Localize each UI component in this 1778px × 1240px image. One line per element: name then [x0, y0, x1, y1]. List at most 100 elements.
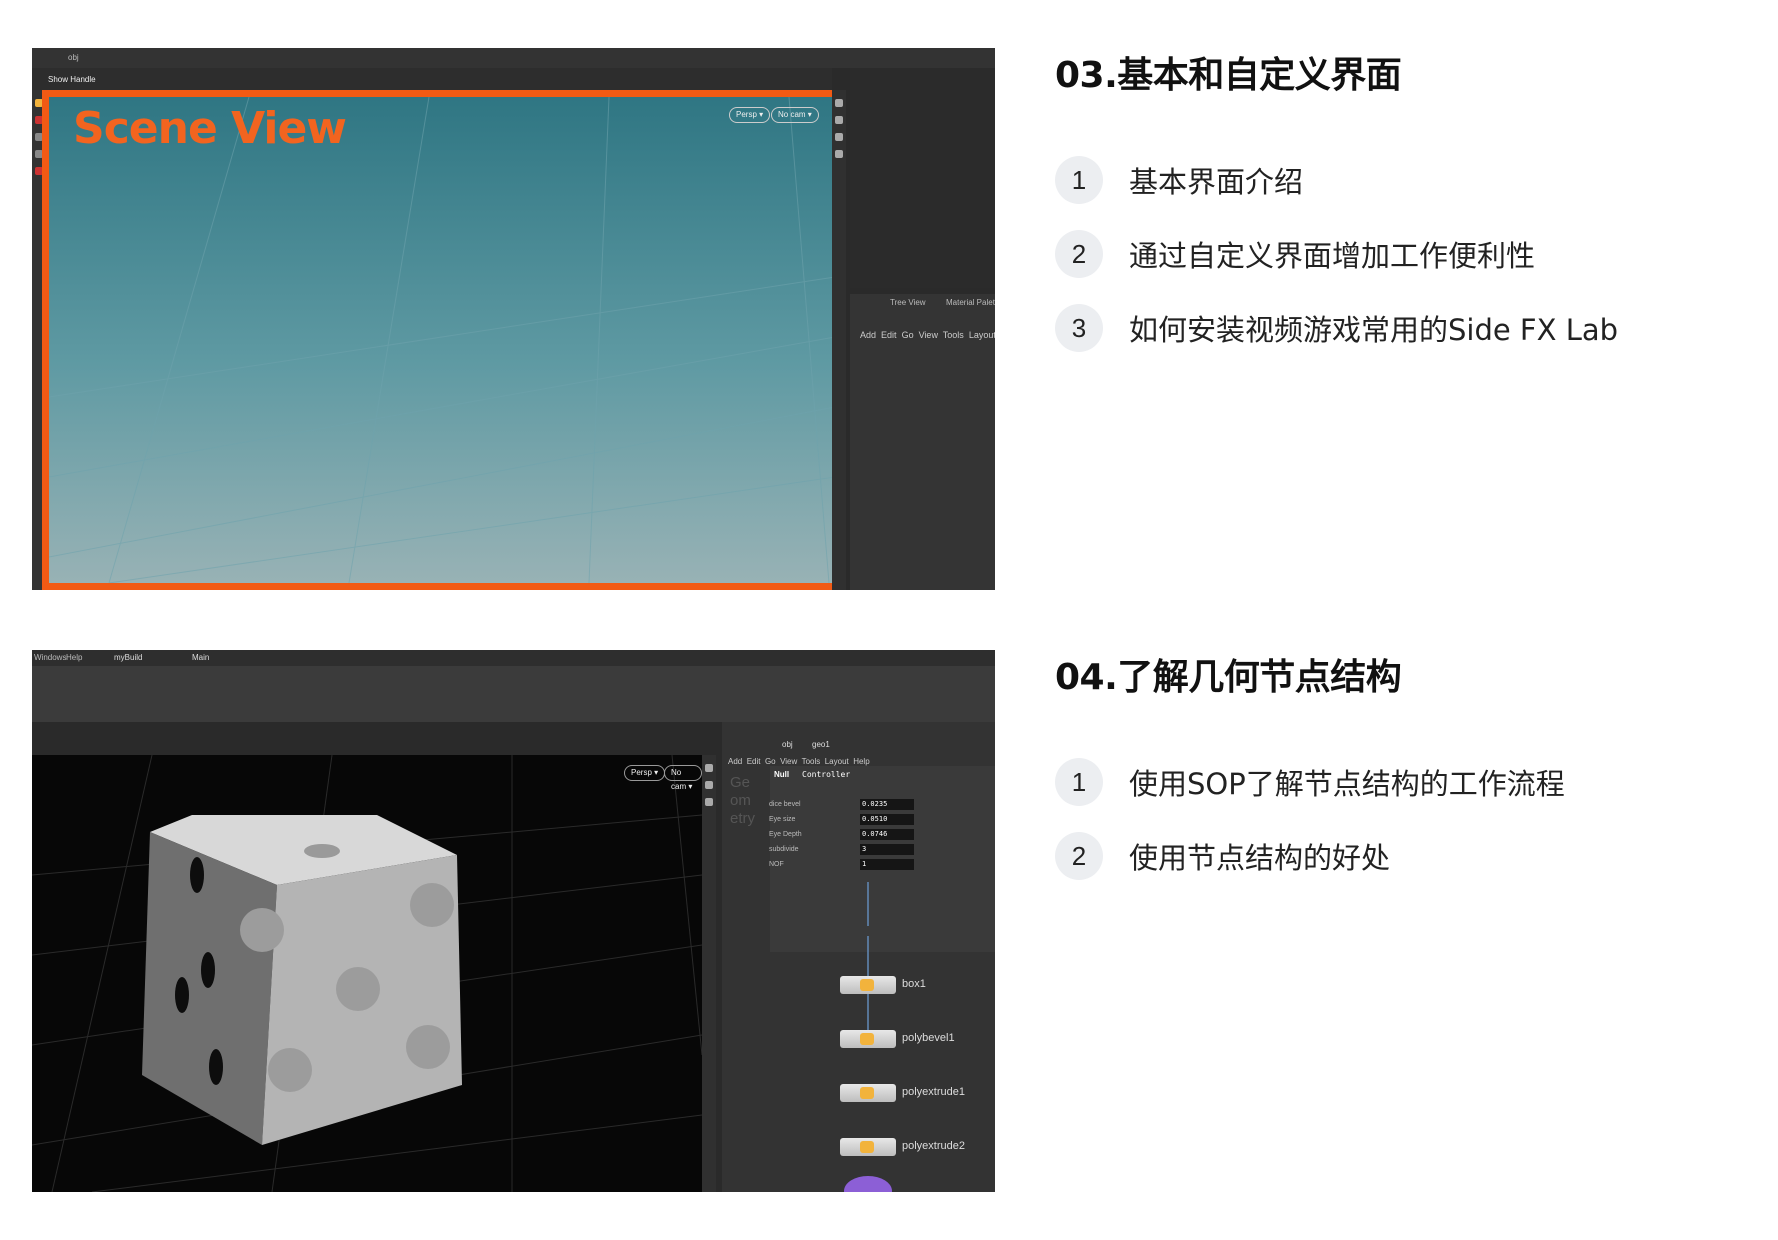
section-title: 04.了解几何节点结构 [1055, 657, 1402, 698]
node-label: polyextrude2 [902, 1140, 965, 1152]
item-text: 使用SOP了解节点结构的工作流程 [1129, 767, 1565, 801]
menu-layout[interactable]: Layout [969, 330, 995, 340]
menu-go[interactable]: Go [902, 330, 914, 340]
node-name[interactable]: Controller [802, 770, 850, 779]
item-number: 2 [1055, 832, 1103, 880]
menu-tools[interactable]: Tools [802, 757, 821, 766]
scene-viewport[interactable]: Scene View Persp ▾ No cam ▾ [42, 90, 842, 590]
menu-tools[interactable]: Tools [943, 330, 964, 340]
path-bar: obj [32, 48, 995, 68]
node-polybevel1[interactable] [840, 1030, 896, 1048]
param-label: subdivide [769, 846, 799, 853]
right-tool-strip [832, 90, 846, 590]
menu-add[interactable]: Add [860, 330, 876, 340]
menu-help[interactable]: Help [66, 653, 82, 662]
node-label: polyextrude1 [902, 1086, 965, 1098]
item-number: 3 [1055, 304, 1103, 352]
menu-add[interactable]: Add [728, 757, 742, 766]
list-item: 3 如何安装视频游戏常用的Side FX Lab [1055, 304, 1755, 352]
node-label: box1 [902, 978, 926, 990]
list-item: 1 使用SOP了解节点结构的工作流程 [1055, 758, 1755, 806]
param-value[interactable]: 3 [860, 844, 914, 855]
pip [304, 844, 340, 858]
main-select[interactable]: Main [192, 653, 209, 662]
persp-menu[interactable]: Persp ▾ [624, 765, 666, 781]
node-polyextrude2[interactable] [840, 1138, 896, 1156]
pip [190, 857, 204, 893]
pip [336, 967, 380, 1011]
menu-view[interactable]: View [919, 330, 938, 340]
item-text: 如何安装视频游戏常用的Side FX Lab [1129, 313, 1619, 347]
path-obj[interactable]: obj [782, 740, 793, 749]
display-icon[interactable] [705, 764, 713, 772]
light-icon[interactable] [835, 133, 843, 141]
pip [201, 952, 215, 988]
item-number: 1 [1055, 758, 1103, 806]
path-geo[interactable]: geo1 [812, 740, 830, 749]
list-item: 1 基本界面介绍 [1055, 156, 1755, 204]
desktop-select[interactable]: myBuild [114, 653, 142, 662]
pip [410, 883, 454, 927]
menu-windows[interactable]: Windows [34, 653, 66, 662]
param-label: dice bevel [769, 801, 801, 808]
viewport-toolbar: Show Handle [32, 68, 832, 90]
node-polyextrude1[interactable] [840, 1084, 896, 1102]
tab-material-palette[interactable]: Material Palette [946, 298, 995, 307]
pip [406, 1025, 450, 1069]
menu-help[interactable]: Help [853, 757, 869, 766]
pip [240, 908, 284, 952]
light-icon[interactable] [705, 798, 713, 806]
screenshot-geometry-nodes: Windows Help myBuild Main Persp ▾ No cam… [32, 650, 995, 1192]
item-text: 基本界面介绍 [1129, 165, 1304, 199]
node-box1[interactable] [840, 976, 896, 994]
grid-icon[interactable] [835, 150, 843, 158]
show-handle-label[interactable]: Show Handle [48, 75, 96, 84]
menu-layout[interactable]: Layout [825, 757, 849, 766]
persp-menu[interactable]: Persp ▾ [729, 107, 771, 123]
floor-grid [49, 97, 835, 583]
tab-tree-view[interactable]: Tree View [890, 298, 926, 307]
geometry-watermark: Geometry [730, 774, 756, 827]
path-text[interactable]: obj [68, 53, 79, 62]
param-value[interactable]: 0.0746 [860, 829, 914, 840]
shelf-toolbar [32, 666, 995, 722]
dice-left-face [142, 832, 277, 1145]
param-label: Eye size [769, 816, 796, 823]
network-menu: Add Edit Go View Tools Layout [860, 330, 995, 340]
dice-scene [32, 755, 702, 1192]
param-value[interactable]: 1 [860, 859, 914, 870]
screenshot-scene-view: obj Show Handle Scene View Persp ▾ No ca… [32, 48, 995, 590]
menu-go[interactable]: Go [765, 757, 776, 766]
param-value[interactable]: 0.0235 [860, 799, 914, 810]
menu-edit[interactable]: Edit [881, 330, 897, 340]
camera-menu[interactable]: No cam ▾ [771, 107, 819, 123]
pip [268, 1048, 312, 1092]
scene-view-label: Scene View [73, 103, 347, 154]
pip [175, 977, 189, 1013]
param-value[interactable]: 0.0510 [860, 814, 914, 825]
camera-icon[interactable] [705, 781, 713, 789]
list-item: 2 通过自定义界面增加工作便利性 [1055, 230, 1755, 278]
pip [209, 1049, 223, 1085]
menu-view[interactable]: View [780, 757, 797, 766]
node-label: polybevel1 [902, 1032, 955, 1044]
item-text: 使用节点结构的好处 [1129, 841, 1391, 875]
lock-icon[interactable] [835, 116, 843, 124]
upper-right-pane [850, 68, 995, 288]
section-title: 03.基本和自定义界面 [1055, 55, 1402, 96]
main-menubar: Windows Help myBuild Main [32, 650, 995, 666]
param-label: Eye Depth [769, 831, 802, 838]
node-type: Null [774, 770, 790, 779]
network-pane: Tree View Material Palette Add Edit Go V… [850, 294, 995, 590]
viewport-side-tools [702, 755, 716, 1192]
list-item: 2 使用节点结构的好处 [1055, 832, 1755, 880]
camera-menu[interactable]: No cam ▾ [664, 765, 702, 791]
param-label: NOF [769, 861, 784, 868]
display-icon[interactable] [835, 99, 843, 107]
network-menu: Add Edit Go View Tools Layout Help [728, 757, 870, 766]
item-text: 通过自定义界面增加工作便利性 [1129, 239, 1536, 273]
dice-viewport[interactable]: Persp ▾ No cam ▾ [32, 755, 702, 1192]
menu-edit[interactable]: Edit [747, 757, 761, 766]
section-geometry-nodes: 04.了解几何节点结构 1 使用SOP了解节点结构的工作流程 2 使用节点结构的… [1055, 650, 1755, 906]
item-number: 2 [1055, 230, 1103, 278]
